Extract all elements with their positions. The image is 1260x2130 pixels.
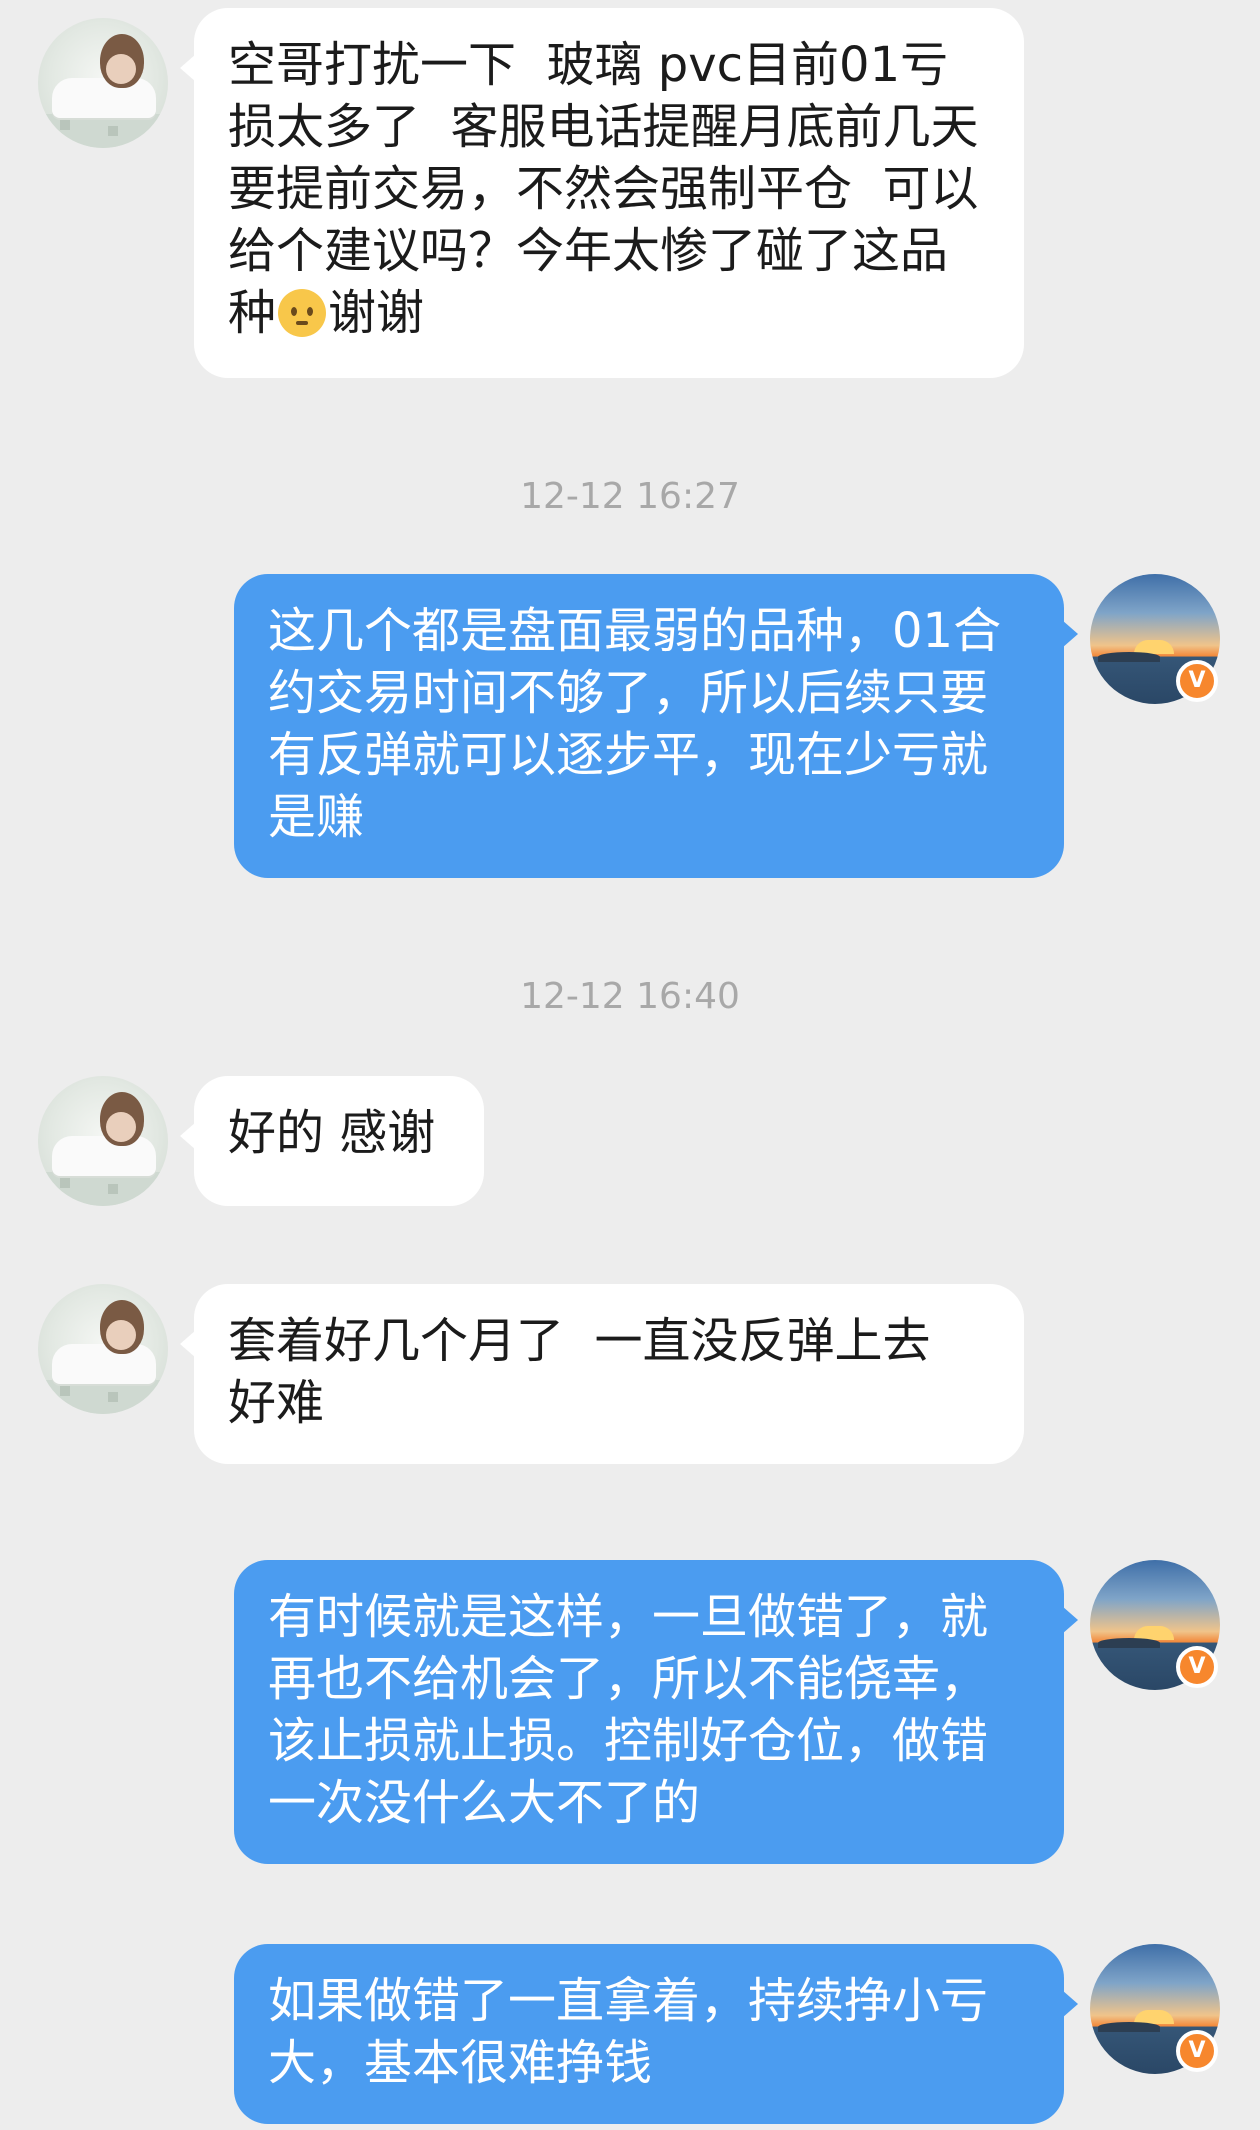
user-avatar[interactable]	[38, 18, 168, 148]
verified-badge-icon: V	[1176, 660, 1218, 702]
avatar-cube	[108, 126, 118, 136]
avatar-island	[1098, 1638, 1160, 1648]
avatar-body	[52, 1136, 156, 1176]
avatar-cube	[108, 1392, 118, 1402]
message-bubble[interactable]: 这几个都是盘面最弱的品种，01合约交易时间不够了，所以后续只要有反弹就可以逐步平…	[234, 574, 1078, 878]
avatar-face	[100, 34, 144, 88]
avatar-face	[100, 1092, 144, 1146]
avatar-cube	[60, 120, 70, 130]
avatar-body	[52, 78, 156, 118]
avatar-island	[1098, 2022, 1160, 2032]
avatar-face	[100, 1300, 144, 1354]
message-text: 谢谢	[328, 285, 425, 341]
avatar-cube	[60, 1178, 70, 1188]
avatar-cube	[60, 1386, 70, 1396]
avatar-desk	[38, 114, 168, 148]
message-bubble[interactable]: 套着好几个月了 一直没反弹上去 好难	[180, 1284, 1024, 1464]
user-avatar[interactable]	[38, 1284, 168, 1414]
verified-badge-icon: V	[1176, 2030, 1218, 2072]
message-bubble[interactable]: 空哥打扰一下 玻璃 pvc目前01亏损太多了 客服电话提醒月底前几天要提前交易，…	[180, 8, 1024, 378]
message-bubble[interactable]: 如果做错了一直拿着，持续挣小亏大，基本很难挣钱	[234, 1944, 1078, 2124]
sad-face-emoji-icon	[278, 289, 327, 337]
avatar-island	[1098, 652, 1160, 662]
user-avatar[interactable]	[38, 1076, 168, 1206]
avatar-desk	[38, 1380, 168, 1414]
avatar-cube	[108, 1184, 118, 1194]
timestamp: 12-12 16:27	[520, 476, 740, 517]
message-bubble[interactable]: 有时候就是这样，一旦做错了，就再也不给机会了，所以不能侥幸，该止损就止损。控制好…	[234, 1560, 1078, 1864]
timestamp: 12-12 16:40	[520, 976, 740, 1017]
avatar-body	[52, 1344, 156, 1384]
message-bubble[interactable]: 好的 感谢	[180, 1076, 484, 1206]
avatar-desk	[38, 1172, 168, 1206]
verified-badge-icon: V	[1176, 1646, 1218, 1688]
